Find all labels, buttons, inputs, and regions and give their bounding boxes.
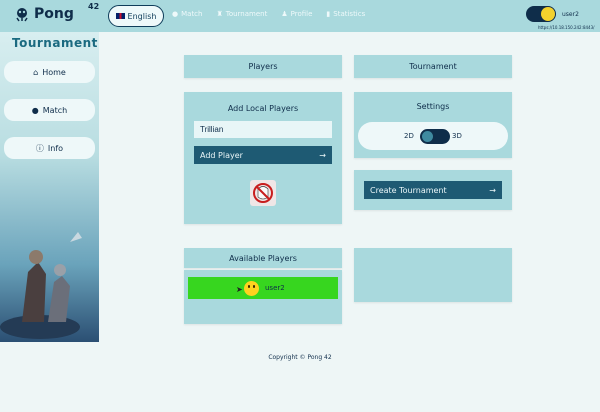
mouse-cursor-icon: ➤ (236, 285, 243, 294)
tournament-header-card: Tournament (354, 55, 512, 78)
add-local-players-title: Add Local Players (227, 104, 299, 113)
nav-item-profile[interactable]: ♟ Profile (281, 10, 312, 18)
username[interactable]: user2 (562, 11, 579, 18)
player-name-input[interactable] (194, 121, 332, 138)
match-icon: ● (31, 105, 39, 115)
top-bar: Pong 42 English ● Match ♜ Tournament ♟ P… (0, 0, 600, 32)
dimension-switch: 2D 3D (358, 122, 508, 150)
nav-tournament-label: Tournament (225, 10, 268, 18)
available-player-name: user2 (265, 284, 285, 292)
sun-icon (541, 7, 555, 21)
sidebar: Tournament ⌂ Home ● Match ⓘ Info (0, 32, 99, 342)
available-players-list: user2 ➤ (184, 270, 342, 324)
nav-profile-label: Profile (290, 10, 313, 18)
nav-item-match[interactable]: ● Match (172, 10, 202, 18)
sidebar-match-label: Match (42, 105, 68, 115)
main-nav: ● Match ♜ Tournament ♟ Profile ▮ Statist… (172, 10, 365, 18)
logo-superscript: 42 (88, 2, 100, 11)
nav-item-tournament[interactable]: ♜ Tournament (216, 10, 267, 18)
create-tournament-card: Create Tournament → (354, 170, 512, 210)
create-tournament-label: Create Tournament (370, 185, 447, 195)
settings-card: Settings 2D 3D (354, 92, 512, 158)
players-header: Players (248, 62, 278, 71)
list-item[interactable]: user2 (188, 277, 338, 299)
player-avatar-image (250, 180, 276, 206)
info-icon: ⓘ (35, 143, 44, 153)
available-players-title: Available Players (229, 253, 297, 263)
theme-toggle[interactable] (526, 6, 556, 22)
nav-match-label: Match (181, 10, 203, 18)
players-header-card: Players (184, 55, 342, 78)
add-local-players-card: Add Local Players Add Player → (184, 92, 342, 224)
smiley-avatar-icon (244, 280, 259, 296)
logo-text: Pong (34, 6, 74, 22)
option-2d-label: 2D (404, 132, 414, 140)
language-button[interactable]: English (108, 5, 164, 27)
create-tournament-button[interactable]: Create Tournament → (364, 181, 502, 199)
home-icon: ⌂ (33, 67, 39, 77)
sidebar-item-match[interactable]: ● Match (4, 99, 95, 121)
arrow-right-icon: → (489, 185, 496, 195)
settings-title: Settings (416, 102, 450, 111)
option-3d-label: 3D (452, 132, 462, 140)
sidebar-info-label: Info (47, 143, 64, 153)
sidebar-title: Tournament (12, 36, 98, 50)
sidebar-item-home[interactable]: ⌂ Home (4, 61, 95, 83)
tournament-header: Tournament (409, 62, 457, 71)
language-label: English (127, 11, 157, 21)
add-player-label: Add Player (200, 150, 243, 160)
tournament-participants-card (354, 248, 512, 302)
add-player-button[interactable]: Add Player → (194, 146, 332, 164)
sidebar-home-label: Home (42, 67, 66, 77)
profile-icon: ♟ (281, 10, 288, 18)
arrow-right-icon: → (319, 150, 326, 160)
logo[interactable]: Pong 42 (14, 2, 99, 22)
available-players-header-card: Available Players (184, 248, 342, 268)
footer-copyright: Copyright © Pong 42 (268, 354, 332, 361)
pong-logo-icon (16, 8, 28, 22)
nav-statistics-label: Statistics (333, 10, 366, 18)
dimension-toggle[interactable] (420, 129, 450, 144)
uk-flag-icon (115, 13, 125, 19)
match-icon: ● (172, 10, 179, 18)
server-url: https://10.18.150.242:8443/ (538, 25, 595, 30)
statistics-icon: ▮ (326, 10, 331, 18)
sidebar-item-info[interactable]: ⓘ Info (4, 137, 95, 159)
sidebar-artwork (0, 232, 82, 339)
trophy-icon: ♜ (216, 10, 223, 18)
nav-item-statistics[interactable]: ▮ Statistics (326, 10, 365, 18)
